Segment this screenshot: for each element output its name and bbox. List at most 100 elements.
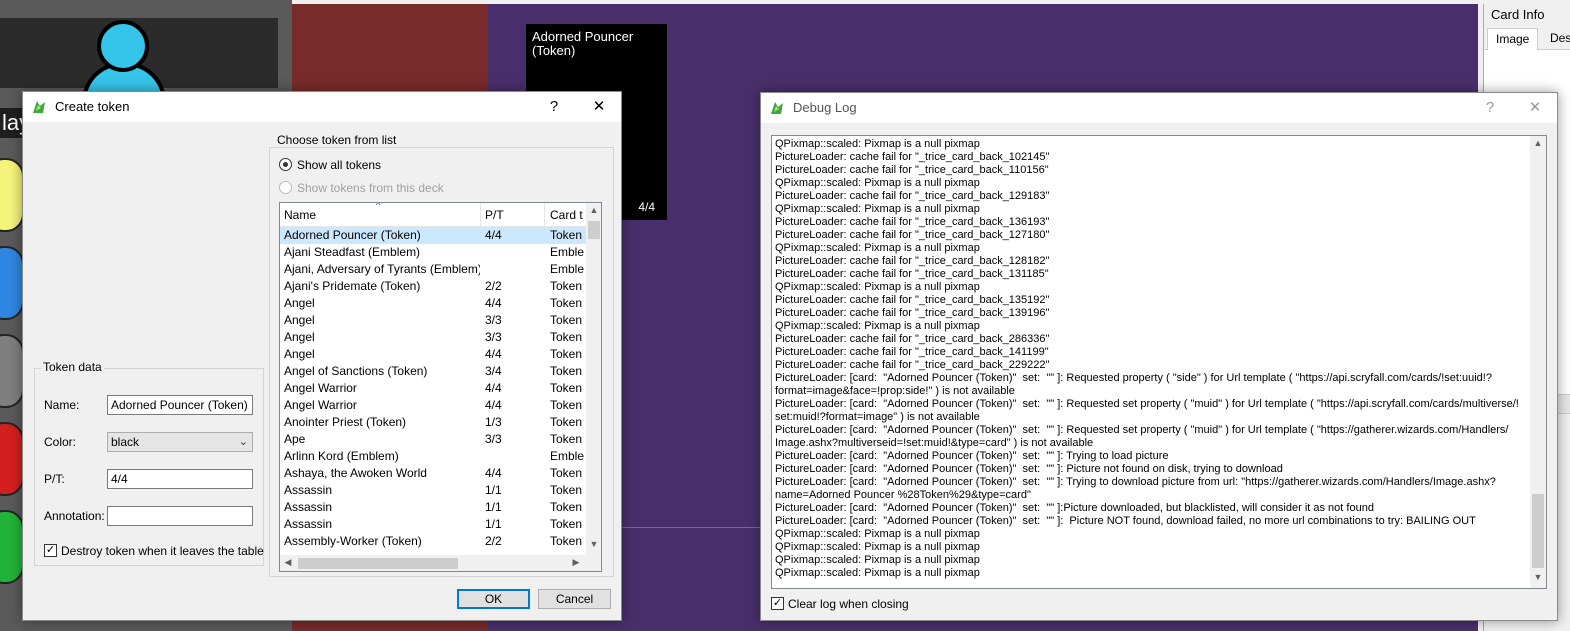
show-deck-tokens-radio[interactable] — [279, 181, 292, 194]
annotation-field[interactable] — [107, 506, 253, 526]
log-vertical-scrollbar[interactable]: ▲ ▼ — [1530, 136, 1546, 588]
cell-pt: 4/4 — [485, 466, 502, 480]
table-row[interactable]: Angel Warrior 4/4 Token — [280, 397, 586, 414]
log-line: PictureLoader: cache fail for "_trice_ca… — [775, 268, 1049, 280]
show-all-tokens-label: Show all tokens — [297, 158, 382, 172]
cell-name: Ashaya, the Awoken World — [284, 466, 427, 480]
cell-card-type: Token — [550, 364, 583, 378]
scroll-left-icon[interactable]: ◀ — [280, 557, 296, 568]
cancel-button[interactable]: Cancel — [538, 589, 611, 609]
cell-pt: 3/4 — [485, 364, 502, 378]
log-line: PictureLoader: [card: "Adorned Pouncer (… — [775, 463, 1283, 475]
table-row[interactable]: Adorned Pouncer (Token) 4/4 Token — [280, 227, 586, 244]
scroll-right-icon[interactable]: ▶ — [568, 557, 584, 568]
table-row[interactable]: Angel 3/3 Token — [280, 329, 586, 346]
color-select-value: black — [111, 435, 140, 449]
table-row[interactable]: Ashaya, the Awoken World 4/4 Token — [280, 465, 586, 482]
log-text-area[interactable]: QPixmap::scaled: Pixmap is a null pixmap… — [771, 135, 1547, 589]
cell-card-type: Token — [550, 483, 583, 497]
table-row[interactable]: Angel 4/4 Token — [280, 346, 586, 363]
cell-name: Arlinn Kord (Emblem) — [284, 449, 399, 463]
help-button[interactable]: ? — [1475, 97, 1505, 119]
scrollbar-thumb[interactable] — [1532, 494, 1544, 568]
scrollbar-thumb[interactable] — [298, 558, 458, 569]
scroll-down-icon[interactable]: ▼ — [586, 539, 601, 549]
table-horizontal-scrollbar[interactable]: ◀ ▶ — [280, 555, 601, 571]
cell-card-type: Token — [550, 500, 583, 514]
mana-counter-colorless[interactable] — [0, 334, 24, 408]
table-row[interactable]: Assassin 1/1 Token — [280, 482, 586, 499]
sort-ascending-icon: ^ — [376, 202, 381, 210]
cell-pt: 3/3 — [485, 313, 502, 327]
column-header-card-type[interactable]: Card t — [550, 208, 583, 222]
cell-name: Ape — [284, 432, 306, 446]
dialog-title: Create token — [55, 99, 130, 114]
log-line: PictureLoader: [card: "Adorned Pouncer (… — [775, 476, 1496, 501]
cell-name: Angel Warrior — [284, 398, 357, 412]
cell-pt: 1/1 — [485, 500, 502, 514]
help-button[interactable]: ? — [539, 96, 569, 118]
debug-log-titlebar[interactable]: Debug Log ? ✕ — [761, 93, 1557, 123]
avatar-icon — [97, 20, 149, 72]
cockatrice-app-icon — [33, 101, 45, 113]
table-row[interactable]: Ape 3/3 Token — [280, 431, 586, 448]
pt-field[interactable]: 4/4 — [107, 469, 253, 489]
column-header-pt[interactable]: P/T — [485, 208, 504, 222]
tab-image[interactable]: Image — [1487, 28, 1539, 50]
log-line: PictureLoader: cache fail for "_trice_ca… — [775, 164, 1049, 176]
cell-name: Anointer Priest (Token) — [284, 415, 407, 429]
chevron-down-icon: ⌄ — [238, 436, 248, 448]
cell-pt: 4/4 — [485, 347, 502, 361]
scrollbar-thumb[interactable] — [588, 221, 600, 239]
token-list-table[interactable]: ^ Name P/T Card t Adorned Pouncer (Token… — [279, 202, 602, 572]
ok-button[interactable]: OK — [457, 589, 530, 609]
scroll-up-icon[interactable]: ▲ — [586, 205, 601, 215]
create-token-dialog: Create token ? ✕ Token data Name: Adorne… — [22, 91, 622, 621]
log-line: QPixmap::scaled: Pixmap is a null pixmap — [775, 320, 980, 332]
cell-name: Assassin — [284, 483, 333, 497]
color-select[interactable]: black ⌄ — [107, 432, 253, 452]
mana-counter-yellow[interactable] — [0, 158, 24, 232]
cell-card-type: Token — [550, 313, 583, 327]
table-row[interactable]: Ajani's Pridemate (Token) 2/2 Token — [280, 278, 586, 295]
table-row[interactable]: Ajani Steadfast (Emblem) Emble — [280, 244, 586, 261]
table-vertical-scrollbar[interactable]: ▲ ▼ — [586, 203, 601, 555]
card-info-tabbar: Image Des — [1484, 26, 1570, 50]
dialog-title: Debug Log — [793, 100, 857, 115]
cell-name: Ajani Steadfast (Emblem) — [284, 245, 421, 259]
token-data-legend: Token data — [41, 360, 104, 374]
cell-card-type: Emble — [550, 449, 585, 463]
table-row[interactable]: Assassin 1/1 Token — [280, 499, 586, 516]
close-button[interactable]: ✕ — [584, 96, 614, 118]
name-field[interactable]: Adorned Pouncer (Token) — [107, 395, 253, 415]
tab-description[interactable]: Des — [1542, 28, 1570, 50]
cell-card-type: Token — [550, 534, 583, 548]
show-all-tokens-radio[interactable] — [279, 158, 292, 171]
table-row[interactable]: Assembly-Worker (Token) 2/2 Token — [280, 533, 586, 550]
close-button[interactable]: ✕ — [1520, 97, 1550, 119]
log-line: PictureLoader: cache fail for "_trice_ca… — [775, 307, 1050, 319]
column-divider[interactable] — [544, 203, 545, 227]
column-divider[interactable] — [480, 203, 481, 227]
table-row[interactable]: Angel 4/4 Token — [280, 295, 586, 312]
create-token-titlebar[interactable]: Create token ? ✕ — [23, 92, 621, 122]
table-row[interactable]: Arlinn Kord (Emblem) Emble — [280, 448, 586, 465]
table-row[interactable]: Anointer Priest (Token) 1/3 Token — [280, 414, 586, 431]
clear-log-checkbox[interactable]: ✓ — [771, 597, 784, 610]
destroy-token-checkbox[interactable]: ✓ — [44, 544, 57, 557]
choose-token-legend: Choose token from list — [275, 133, 399, 147]
table-row[interactable]: Angel of Sanctions (Token) 3/4 Token — [280, 363, 586, 380]
mana-counter-green[interactable] — [0, 510, 24, 584]
scroll-up-icon[interactable]: ▲ — [1530, 138, 1546, 148]
table-row[interactable]: Angel 3/3 Token — [280, 312, 586, 329]
cell-card-type: Token — [550, 466, 583, 480]
mana-counter-red[interactable] — [0, 422, 24, 496]
table-row[interactable]: Ajani, Adversary of Tyrants (Emblem) Embl… — [280, 261, 586, 278]
table-row[interactable]: Assassin 1/1 Token — [280, 516, 586, 533]
cell-pt: 4/4 — [485, 228, 502, 242]
scroll-down-icon[interactable]: ▼ — [1530, 572, 1546, 582]
column-header-name[interactable]: Name — [284, 208, 316, 222]
mana-counter-blue[interactable] — [0, 246, 24, 320]
cell-pt: 2/2 — [485, 534, 502, 548]
table-row[interactable]: Angel Warrior 4/4 Token — [280, 380, 586, 397]
